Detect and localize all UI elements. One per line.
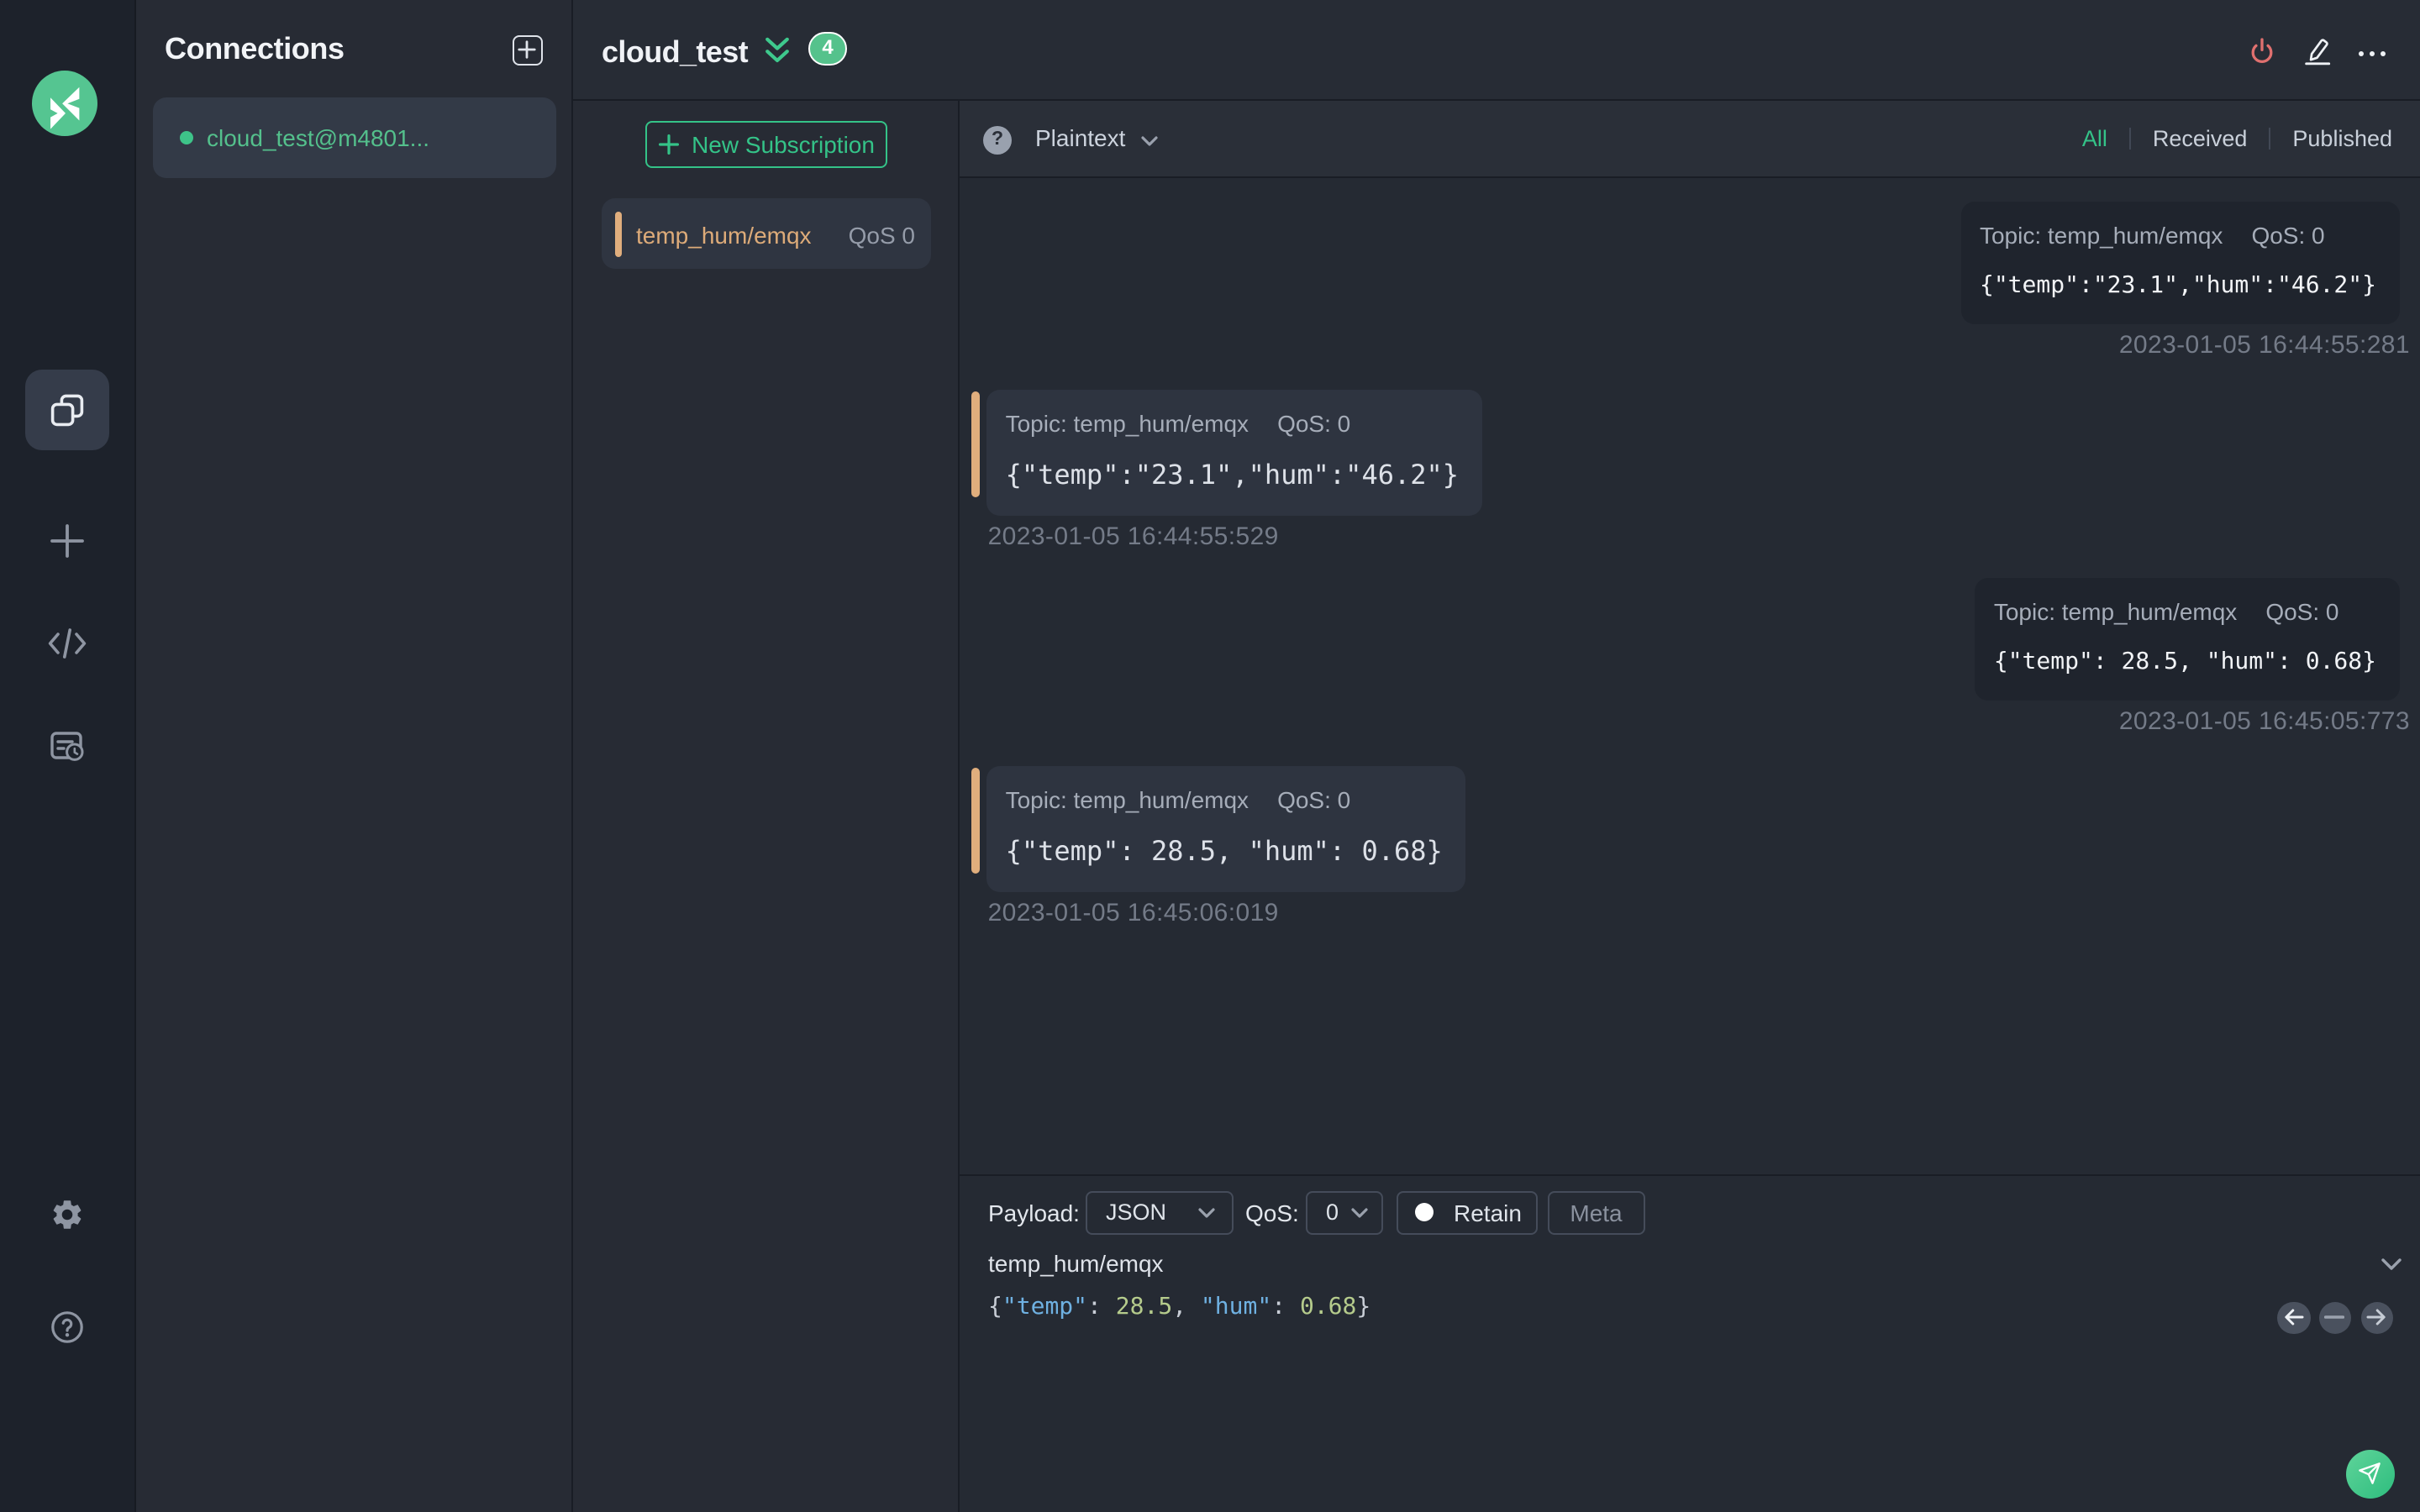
subscription-item[interactable]: temp_hum/emqx QoS 0 [602, 197, 930, 269]
payload-format-select[interactable]: JSON [1086, 1190, 1234, 1234]
retain-toggle[interactable]: Retain [1397, 1190, 1537, 1234]
help-icon [51, 1311, 83, 1343]
message-topic: Topic: temp_hum/emqx [1005, 786, 1249, 813]
meta-button[interactable]: Meta [1548, 1190, 1644, 1234]
add-connection-button[interactable] [513, 35, 543, 66]
topic-color-bar [971, 768, 980, 874]
message-list: Topic: temp_hum/emqx QoS: 0 {"temp":"23.1… [959, 177, 2420, 1173]
message-qos: QoS: 0 [2265, 597, 2339, 624]
log-icon [50, 732, 84, 761]
connection-list-item[interactable]: cloud_test@m4801... [153, 97, 556, 178]
message-qos: QoS: 0 [1277, 786, 1351, 813]
history-next-button[interactable] [2360, 1301, 2394, 1334]
plus-icon [518, 40, 536, 59]
message-topic: Topic: temp_hum/emqx [1979, 222, 2223, 249]
mqttx-logo [32, 71, 97, 136]
collapse-panel-icon[interactable] [765, 37, 790, 64]
message-timestamp: 2023-01-05 16:44:55:529 [987, 522, 1279, 551]
message-timestamp: 2023-01-05 16:45:06:019 [987, 899, 1279, 927]
connections-panel-title: Connections [165, 32, 345, 66]
message-topic: Topic: temp_hum/emqx [1993, 597, 2238, 624]
qos-select[interactable]: 0 [1306, 1190, 1382, 1234]
sidebar-item-help[interactable] [25, 1287, 109, 1368]
tab-separator [2269, 127, 2271, 149]
connections-icon [50, 394, 84, 427]
page-title: cloud_test [602, 35, 749, 69]
chevron-down-icon [1198, 1207, 1215, 1217]
message-timestamp: 2023-01-05 16:44:55:281 [2118, 331, 2410, 360]
subscriptions-panel: New Subscription temp_hum/emqx QoS 0 [573, 101, 959, 1512]
topic-color-bar [614, 211, 622, 256]
message-bubble[interactable]: Topic: temp_hum/emqx QoS: 0 {"temp":"23.1… [1960, 202, 2400, 324]
connection-header: cloud_test 4 [573, 0, 2420, 101]
message-bubble[interactable]: Topic: temp_hum/emqx QoS: 0 {"temp":"23.1… [971, 390, 1483, 516]
history-prev-button[interactable] [2277, 1301, 2311, 1334]
left-icon-rail [0, 0, 136, 1512]
connection-name: cloud_test@m4801... [207, 124, 430, 151]
message-payload: {"temp":"23.1","hum":"46.2"} [1979, 272, 2376, 299]
message-filter-tabs: All Received Published [2082, 125, 2392, 150]
message-timestamp: 2023-01-05 16:45:05:773 [2118, 706, 2410, 735]
disconnect-button[interactable] [2247, 35, 2277, 67]
paper-plane-icon [2359, 1462, 2381, 1484]
tab-separator [2128, 127, 2131, 149]
sidebar-item-script[interactable] [25, 603, 109, 684]
gear-icon [53, 1200, 82, 1229]
plus-icon [658, 134, 679, 155]
message-bubble[interactable]: Topic: temp_hum/emqx QoS: 0 {"temp": 28.5… [971, 766, 1466, 892]
qos-label: QoS: [1245, 1199, 1299, 1226]
sidebar-item-log[interactable] [25, 706, 109, 786]
message-payload: {"temp": 28.5, "hum": 0.68} [1005, 835, 1443, 867]
publish-payload-editor[interactable]: {"temp": 28.5, "hum": 0.68} [988, 1289, 1370, 1325]
send-button[interactable] [2345, 1449, 2394, 1498]
minus-icon [2324, 1315, 2345, 1320]
tab-received[interactable]: Received [2153, 125, 2248, 150]
chevron-down-icon[interactable] [1140, 135, 1157, 145]
connections-panel: Connections cloud_test@m4801... [136, 0, 573, 1512]
tab-all[interactable]: All [2082, 125, 2107, 150]
published-message: Topic: temp_hum/emqx QoS: 0 {"temp":"23.1… [1960, 202, 2410, 361]
retain-radio-icon [1415, 1203, 1434, 1221]
message-payload: {"temp":"23.1","hum":"46.2"} [1005, 459, 1460, 491]
sidebar-item-settings[interactable] [25, 1174, 109, 1255]
received-message: Topic: temp_hum/emqx QoS: 0 {"temp":"23.1… [971, 390, 1483, 553]
message-format-select[interactable]: Plaintext [1035, 124, 1125, 151]
topic-color-bar [971, 391, 980, 497]
payload-label: Payload: [988, 1199, 1080, 1226]
edit-connection-button[interactable] [2302, 35, 2333, 66]
code-icon [48, 628, 87, 659]
subscription-topic: temp_hum/emqx [636, 221, 812, 248]
collapse-editor-icon[interactable] [2381, 1257, 2401, 1269]
chevron-down-icon [1350, 1207, 1367, 1217]
arrow-left-icon [2285, 1310, 2304, 1326]
mqttx-app-window: Connections cloud_test@m4801... cloud_te… [0, 0, 2420, 1512]
message-count-badge: 4 [808, 32, 847, 66]
arrow-right-icon [2367, 1310, 2386, 1326]
payload-help-icon[interactable]: ? [983, 125, 1012, 154]
published-message: Topic: temp_hum/emqx QoS: 0 {"temp": 28.5… [1975, 577, 2410, 737]
subscription-qos: QoS 0 [848, 221, 915, 248]
publish-panel: Payload: JSON QoS: 0 Retain Meta temp_hu… [959, 1173, 2420, 1512]
more-options-button[interactable] [2358, 48, 2388, 55]
received-message: Topic: temp_hum/emqx QoS: 0 {"temp": 28.5… [971, 766, 1466, 929]
history-clear-button[interactable] [2318, 1301, 2352, 1334]
new-subscription-button[interactable]: New Subscription [645, 121, 887, 168]
message-bubble[interactable]: Topic: temp_hum/emqx QoS: 0 {"temp": 28.5… [1975, 577, 2400, 700]
tab-published[interactable]: Published [2292, 125, 2392, 150]
sidebar-item-new-connection[interactable] [25, 501, 109, 581]
sidebar-item-connections[interactable] [25, 370, 109, 450]
message-topic: Topic: temp_hum/emqx [1005, 410, 1249, 437]
connected-status-dot [180, 131, 193, 144]
publish-topic-input[interactable]: temp_hum/emqx [988, 1247, 1164, 1280]
message-payload: {"temp": 28.5, "hum": 0.68} [1993, 648, 2376, 675]
plus-icon [50, 524, 84, 558]
messages-area: ? Plaintext All Received Published Topic… [959, 101, 2420, 1512]
message-qos: QoS: 0 [1277, 410, 1351, 437]
messages-toolbar: ? Plaintext All Received Published [959, 101, 2420, 177]
message-qos: QoS: 0 [2251, 222, 2325, 249]
